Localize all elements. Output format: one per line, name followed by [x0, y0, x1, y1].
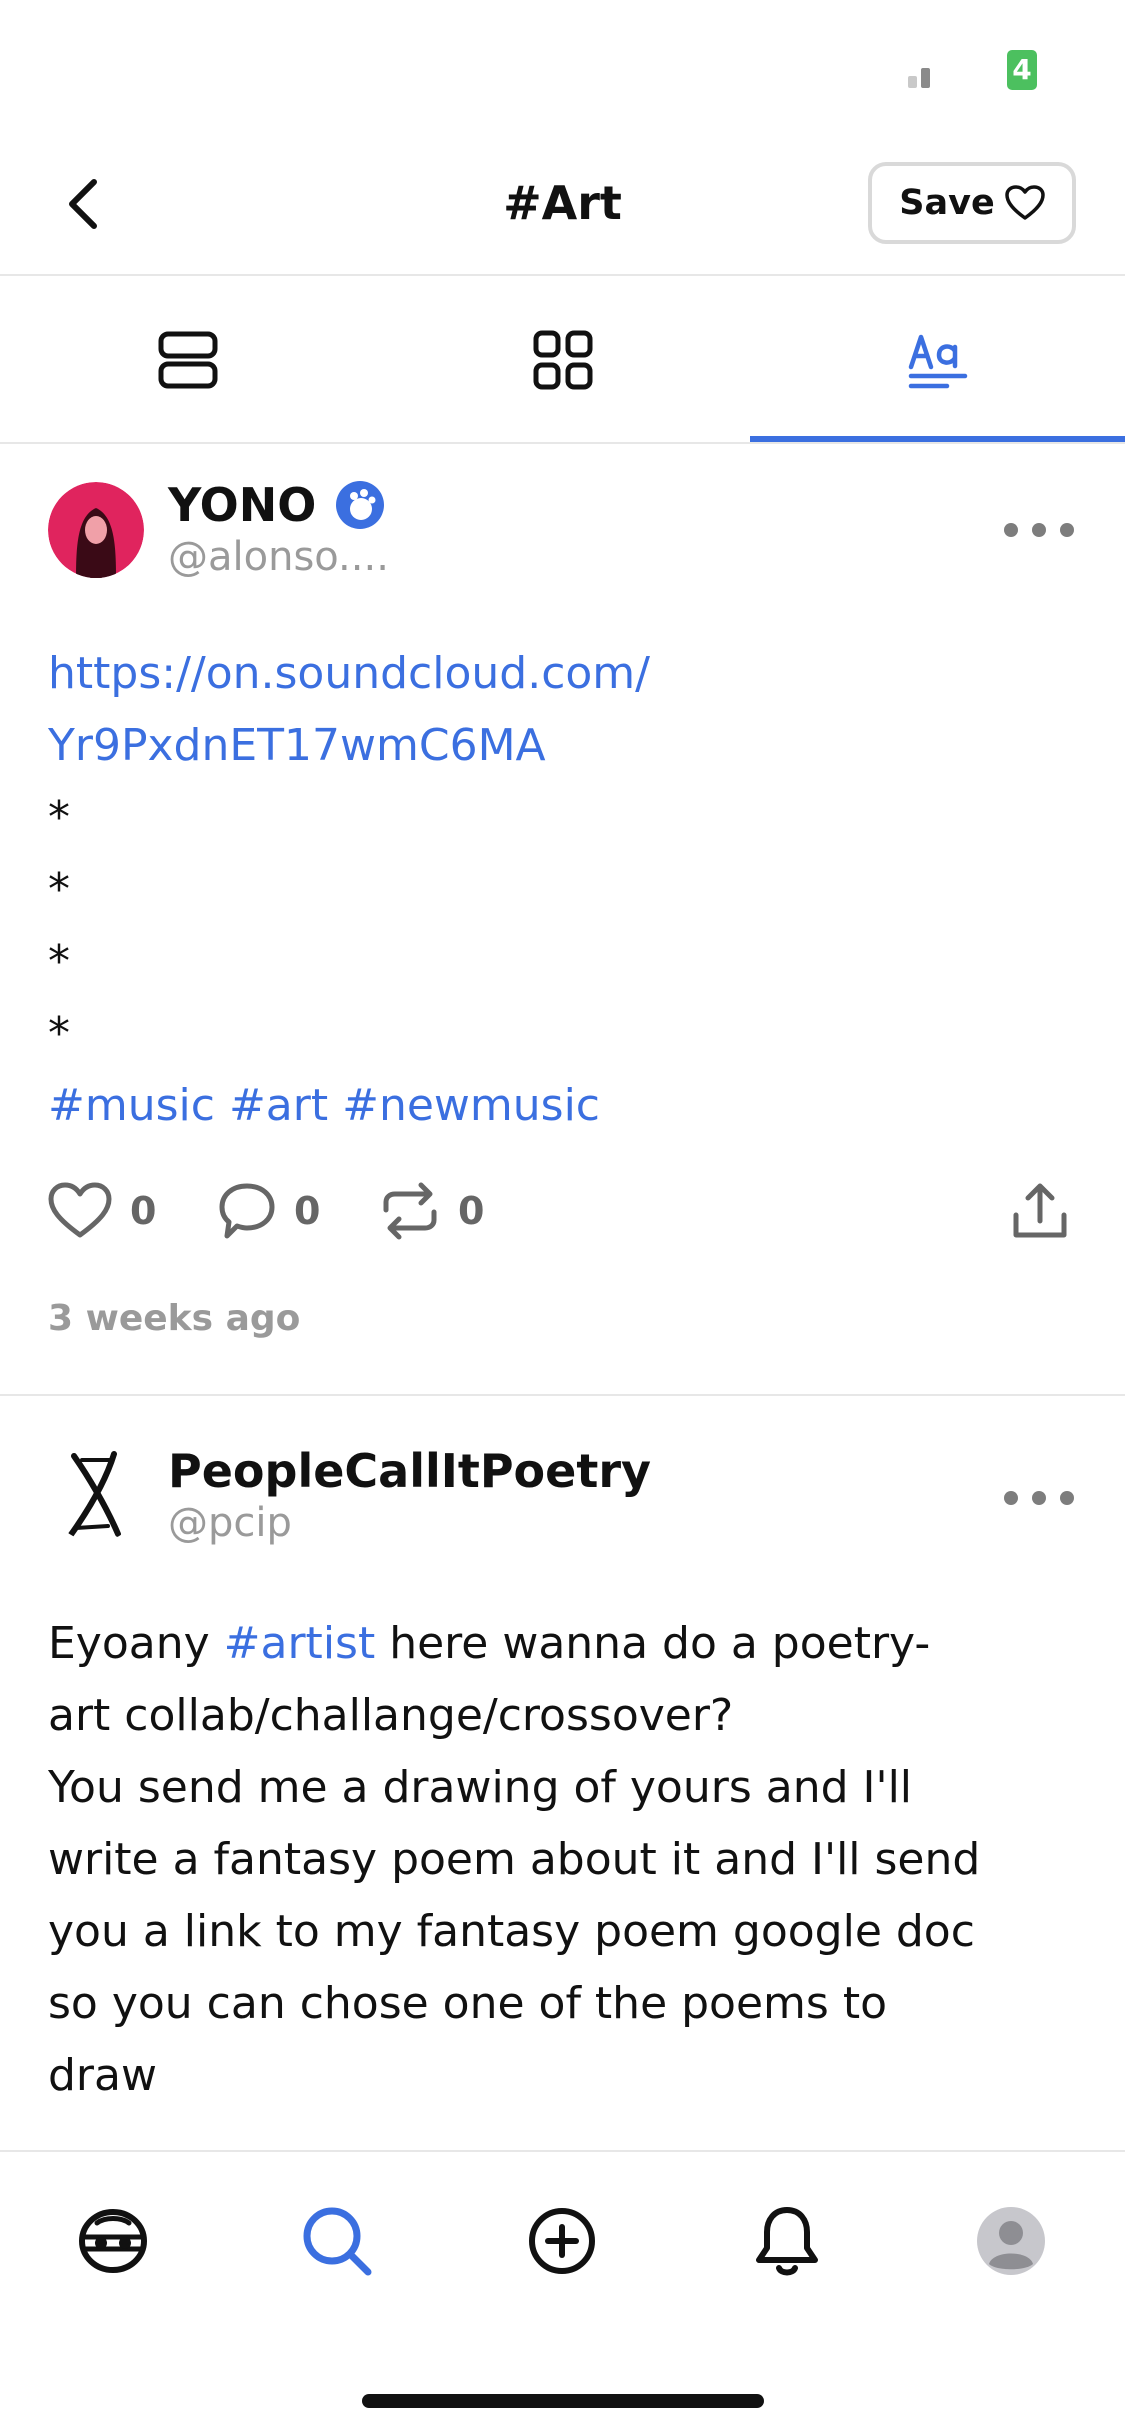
view-tabs — [0, 278, 1125, 444]
signal-icon — [908, 64, 934, 88]
post-body-line: write a fantasy poem about it and I'll s… — [48, 1834, 981, 1885]
verified-badge-icon — [336, 481, 385, 529]
nav-create[interactable] — [517, 2196, 607, 2286]
bullet-text: * — [48, 792, 70, 843]
like-button[interactable]: 0 — [48, 1176, 156, 1246]
post-card[interactable]: PeopleCallItPoetry @pcip Eyoany #artist … — [0, 1396, 1125, 2148]
post-link-line: https://on.soundcloud.com/ — [48, 648, 650, 699]
post-author-name[interactable]: PeopleCallItPoetry — [168, 1444, 651, 1498]
nav-home[interactable] — [68, 2196, 158, 2286]
dot-icon — [1032, 523, 1046, 537]
tab-list-view[interactable] — [0, 278, 375, 442]
bullet-text: * — [48, 864, 70, 915]
more-options-button[interactable] — [1004, 510, 1074, 550]
list-view-icon — [158, 331, 217, 389]
more-options-button[interactable] — [1004, 1478, 1074, 1518]
comment-count: 0 — [294, 1189, 321, 1233]
post-body-line: art collab/challange/crossover? — [48, 1690, 734, 1741]
comment-icon — [219, 1183, 275, 1239]
dot-icon — [1060, 523, 1074, 537]
nav-search[interactable] — [292, 2196, 382, 2286]
post-body: https://on.soundcloud.com/ Yr9PxdnET17wm… — [48, 638, 1088, 1142]
save-button-label: Save — [899, 183, 995, 223]
repost-button[interactable]: 0 — [380, 1176, 484, 1246]
post-author-handle[interactable]: @pcip — [168, 1500, 292, 1546]
nav-notifications[interactable] — [742, 2196, 832, 2286]
share-button[interactable] — [1010, 1176, 1070, 1246]
avatar[interactable] — [48, 482, 144, 578]
avatar[interactable] — [48, 1446, 144, 1542]
hashtag-link[interactable]: #artist — [224, 1618, 376, 1669]
intro-text: Eyoany — [48, 1618, 224, 1669]
post-timestamp: 3 weeks ago — [48, 1298, 301, 1339]
post-body-line: you a link to my fantasy poem google doc — [48, 1906, 975, 1957]
nav-profile[interactable] — [966, 2196, 1056, 2286]
share-icon — [1013, 1183, 1067, 1238]
header: #Art Save — [0, 140, 1125, 276]
author-name-text: PeopleCallItPoetry — [168, 1444, 652, 1498]
comment-button[interactable]: 0 — [218, 1176, 320, 1246]
bullet-text: * — [48, 936, 70, 987]
home-indicator — [362, 2394, 764, 2408]
grid-view-icon — [533, 330, 592, 390]
post-body-line: You send me a drawing of yours and I'll — [48, 1762, 913, 1813]
heart-icon — [1004, 185, 1045, 220]
notifications-icon — [756, 2207, 818, 2276]
repost-count: 0 — [458, 1189, 485, 1233]
post-link-line: Yr9PxdnET17wmC6MA — [48, 720, 546, 771]
active-tab-indicator — [750, 436, 1125, 442]
heart-icon — [48, 1182, 112, 1238]
post-body: Eyoany #artist here wanna do a poetry- a… — [48, 1608, 1088, 2112]
tab-grid-view[interactable] — [375, 278, 750, 442]
create-post-icon — [529, 2208, 595, 2274]
post-actions: 0 0 0 — [48, 1176, 1078, 1246]
tab-text-view[interactable] — [750, 278, 1125, 442]
post-author-handle[interactable]: @alonso.... — [168, 534, 389, 580]
post-author-name[interactable]: YONO — [168, 478, 386, 532]
post-body-line: so you can chose one of the poems to — [48, 1978, 887, 2029]
profile-icon — [977, 2207, 1045, 2275]
dot-icon — [1060, 1491, 1074, 1505]
post-body-line: draw — [48, 2050, 157, 2101]
save-button[interactable]: Save — [868, 162, 1076, 244]
dot-icon — [1004, 1491, 1018, 1505]
avatar-image — [49, 1447, 143, 1541]
search-icon — [303, 2207, 372, 2276]
dot-icon — [1032, 1491, 1046, 1505]
intro-text: here wanna do a poetry- — [375, 1618, 931, 1669]
dot-icon — [1004, 523, 1018, 537]
home-icon — [79, 2209, 147, 2273]
post-body-line: Eyoany #artist here wanna do a poetry- — [48, 1608, 1088, 1680]
post-hashtags[interactable]: #music #art #newmusic — [48, 1070, 1088, 1142]
author-name-text: YONO — [168, 478, 317, 532]
repost-icon — [383, 1182, 437, 1240]
post-link[interactable]: https://on.soundcloud.com/ Yr9PxdnET17wm… — [48, 638, 1088, 782]
bullet-text: * — [48, 1008, 70, 1059]
post-card[interactable]: YONO @alonso.... https://on.soundcloud.c… — [0, 446, 1125, 1394]
avatar-image — [48, 482, 144, 578]
battery-icon: 4 — [1007, 50, 1037, 90]
text-view-icon — [908, 334, 967, 389]
like-count: 0 — [130, 1189, 157, 1233]
status-bar: 4 — [0, 0, 1125, 140]
